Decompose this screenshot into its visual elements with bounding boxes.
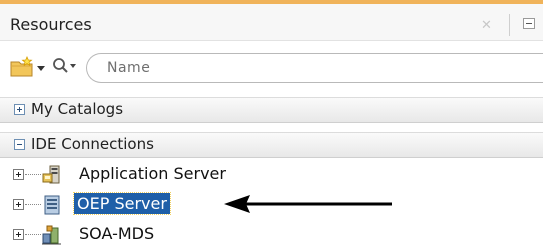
section-my-catalogs[interactable]: My Catalogs (0, 97, 543, 123)
new-resource-button[interactable] (10, 54, 45, 80)
tree-item-label: SOA-MDS (79, 224, 155, 243)
expand-icon[interactable] (14, 104, 25, 115)
search-icon (53, 58, 76, 73)
expand-icon[interactable] (13, 169, 24, 180)
minimize-icon[interactable] (523, 18, 535, 29)
section-label: IDE Connections (31, 135, 154, 153)
new-folder-icon (10, 56, 33, 77)
collapse-icon[interactable] (14, 139, 25, 150)
resources-toolbar (0, 41, 543, 95)
resources-panel-header: Resources ✕ (0, 4, 543, 41)
oep-server-icon (44, 195, 60, 215)
tree-item-application-server[interactable]: Application Server (0, 160, 543, 188)
tree-connector (25, 204, 41, 205)
expand-icon[interactable] (13, 229, 24, 240)
expand-icon[interactable] (13, 199, 24, 210)
tree-connector (25, 234, 41, 235)
search-mode-button[interactable] (52, 57, 80, 79)
annotation-arrow-icon (224, 195, 392, 213)
tree-item-label-selected: OEP Server (73, 192, 171, 215)
panel-title: Resources (10, 15, 92, 34)
search-input[interactable] (107, 59, 527, 77)
tree-connector (25, 174, 41, 175)
section-ide-connections[interactable]: IDE Connections (0, 132, 543, 158)
application-server-icon (42, 165, 60, 184)
tree-item-soa-mds[interactable]: SOA-MDS (0, 220, 543, 248)
search-field-container (86, 53, 543, 83)
close-icon[interactable]: ✕ (481, 18, 492, 33)
section-label: My Catalogs (31, 100, 124, 118)
header-divider (509, 14, 510, 36)
chevron-down-icon[interactable] (37, 66, 45, 71)
soa-mds-icon (42, 225, 61, 245)
tree-item-label: Application Server (79, 164, 226, 183)
